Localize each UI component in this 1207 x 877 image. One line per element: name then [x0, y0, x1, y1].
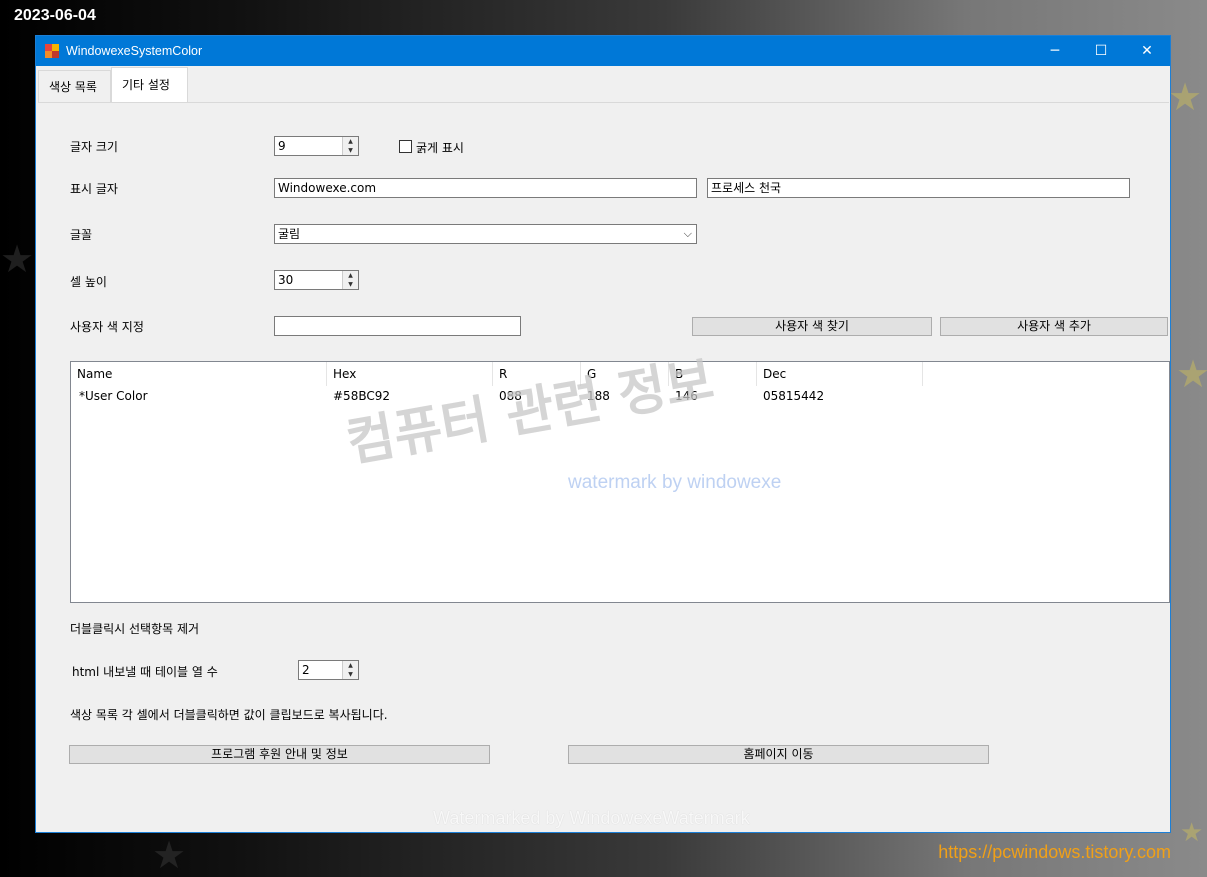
display-text-input-2[interactable]: 프로세스 천국 — [707, 178, 1130, 198]
find-user-color-button[interactable]: 사용자 색 찾기 — [692, 317, 932, 336]
font-combo[interactable]: 굴림 ⌵ — [274, 224, 697, 244]
sponsor-info-button[interactable]: 프로그램 후원 안내 및 정보 — [69, 745, 490, 764]
dblclick-remove-label: 더블클릭시 선택항목 제거 — [70, 622, 200, 636]
font-size-stepper[interactable]: 9 ▲ ▼ — [274, 136, 359, 156]
spin-down-icon[interactable]: ▼ — [343, 670, 358, 679]
app-icon — [45, 44, 59, 58]
close-button[interactable]: ✕ — [1124, 36, 1170, 66]
font-label: 글꼴 — [70, 228, 93, 242]
column-header-dec[interactable]: Dec — [757, 362, 923, 386]
html-columns-value: 2 — [302, 663, 310, 677]
tab-color-list[interactable]: 색상 목록 — [38, 70, 111, 102]
font-size-label: 글자 크기 — [70, 140, 118, 154]
column-header-name[interactable]: Name — [71, 362, 327, 386]
watermark-by: watermark by windowexe — [568, 472, 782, 493]
display-text-input-1[interactable]: Windowexe.com — [274, 178, 697, 198]
star-decoration: ★ — [1180, 818, 1204, 848]
star-decoration: ★ — [152, 833, 187, 877]
cell-height-value: 30 — [278, 273, 294, 287]
star-decoration: ★ — [1168, 75, 1203, 119]
user-color-label: 사용자 색 지정 — [70, 320, 144, 334]
homepage-button[interactable]: 홈페이지 이동 — [568, 745, 989, 764]
table-cell[interactable]: *User Color — [73, 386, 148, 406]
chevron-down-icon[interactable]: ⌵ — [684, 227, 692, 241]
bold-checkbox[interactable] — [399, 140, 412, 153]
settings-panel: 글자 크기 9 ▲ ▼ 굵게 표시 표시 글자 Windowexe.com 프로세… — [38, 102, 1170, 831]
font-combo-value: 굴림 — [278, 227, 301, 241]
tab-other-settings[interactable]: 기타 설정 — [111, 67, 188, 103]
star-decoration: ★ — [0, 237, 35, 281]
html-columns-stepper[interactable]: 2 ▲ ▼ — [298, 660, 359, 680]
bold-label: 굵게 표시 — [416, 141, 464, 155]
cell-height-stepper[interactable]: 30 ▲ ▼ — [274, 270, 359, 290]
minimize-button[interactable]: ─ — [1032, 36, 1078, 66]
cell-height-label: 셀 높이 — [70, 275, 107, 289]
font-size-value: 9 — [278, 139, 286, 153]
watermark-bottom: Watermarked by WindowexeWatermark — [433, 808, 750, 828]
site-url: https://pcwindows.tistory.com — [938, 842, 1171, 862]
star-decoration: ★ — [1176, 352, 1207, 396]
app-window: WindowexeSystemColor ─ ☐ ✕ 색상 목록 기타 설정 글… — [35, 35, 1171, 833]
spin-down-icon[interactable]: ▼ — [343, 146, 358, 155]
desktop-date: 2023-06-04 — [14, 7, 96, 24]
window-title: WindowexeSystemColor — [66, 44, 203, 58]
copy-hint-text: 색상 목록 각 셀에서 더블클릭하면 값이 클립보드로 복사됩니다. — [70, 708, 388, 722]
maximize-button[interactable]: ☐ — [1078, 36, 1124, 66]
spin-down-icon[interactable]: ▼ — [343, 280, 358, 289]
add-user-color-button[interactable]: 사용자 색 추가 — [940, 317, 1168, 336]
title-bar[interactable]: WindowexeSystemColor ─ ☐ ✕ — [36, 36, 1170, 66]
html-columns-label: html 내보낼 때 테이블 열 수 — [72, 665, 218, 679]
user-color-input[interactable] — [274, 316, 521, 336]
table-cell[interactable]: 05815442 — [757, 386, 824, 406]
display-text-label: 표시 글자 — [70, 182, 118, 196]
